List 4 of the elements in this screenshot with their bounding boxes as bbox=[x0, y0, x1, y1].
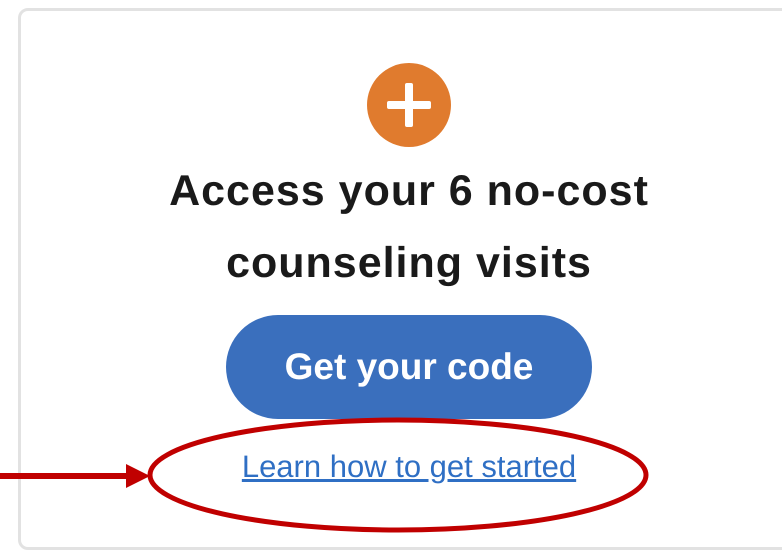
get-code-button[interactable]: Get your code bbox=[226, 315, 592, 419]
get-started-link[interactable]: Learn how to get started bbox=[242, 449, 576, 485]
card-heading: Access your 6 no-cost counseling visits bbox=[168, 166, 650, 289]
plus-icon bbox=[367, 63, 451, 147]
